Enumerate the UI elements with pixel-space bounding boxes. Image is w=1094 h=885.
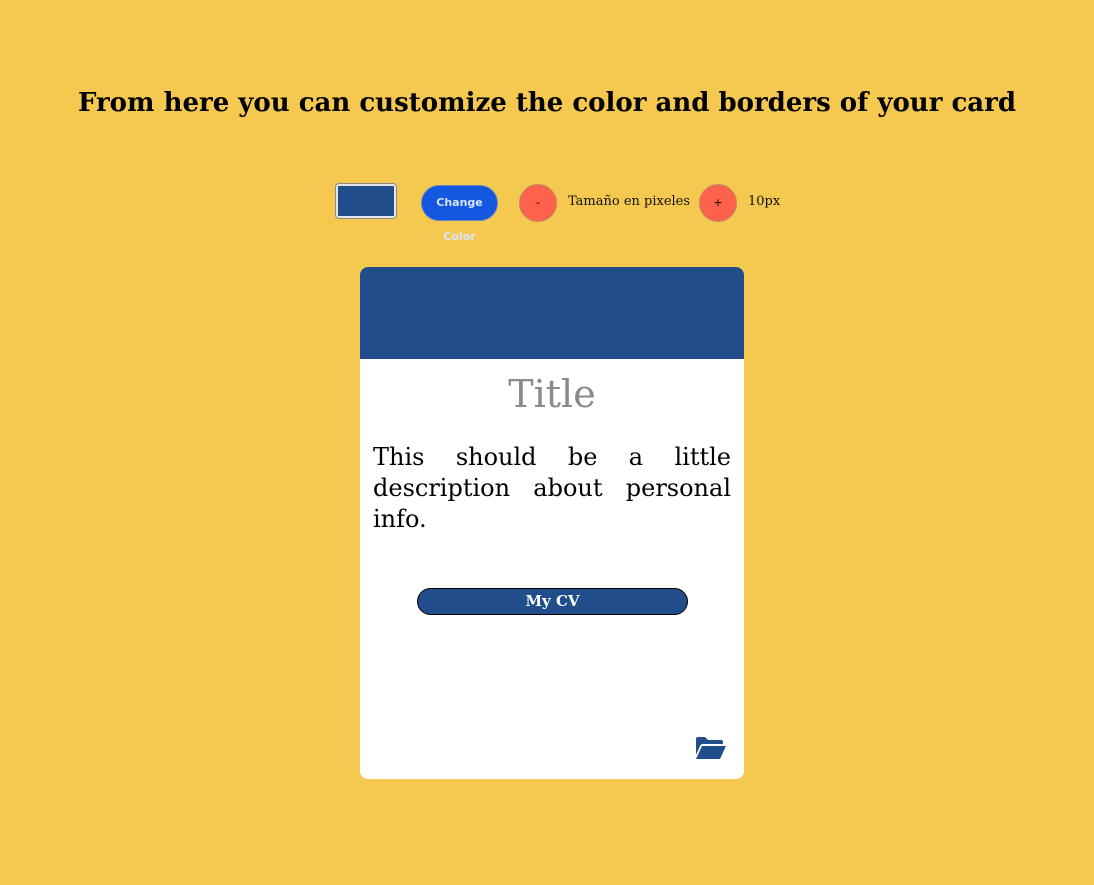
profile-card: Title This should be a little descriptio…	[360, 267, 744, 779]
folder-open-icon[interactable]	[695, 736, 727, 760]
page-heading: From here you can customize the color an…	[77, 88, 1017, 118]
change-color-button[interactable]: Change Color	[421, 185, 498, 243]
card-title: Title	[508, 372, 596, 416]
decrease-border-button[interactable]: -	[519, 184, 557, 222]
increase-border-button[interactable]: +	[699, 184, 737, 222]
my-cv-button[interactable]: My CV	[417, 588, 688, 615]
color-picker[interactable]	[335, 183, 397, 219]
card-description: This should be a little description abou…	[373, 443, 731, 533]
card-header	[360, 267, 744, 359]
border-size-label: Tamaño en pixeles	[568, 194, 691, 209]
border-size-value: 10px	[748, 194, 781, 209]
